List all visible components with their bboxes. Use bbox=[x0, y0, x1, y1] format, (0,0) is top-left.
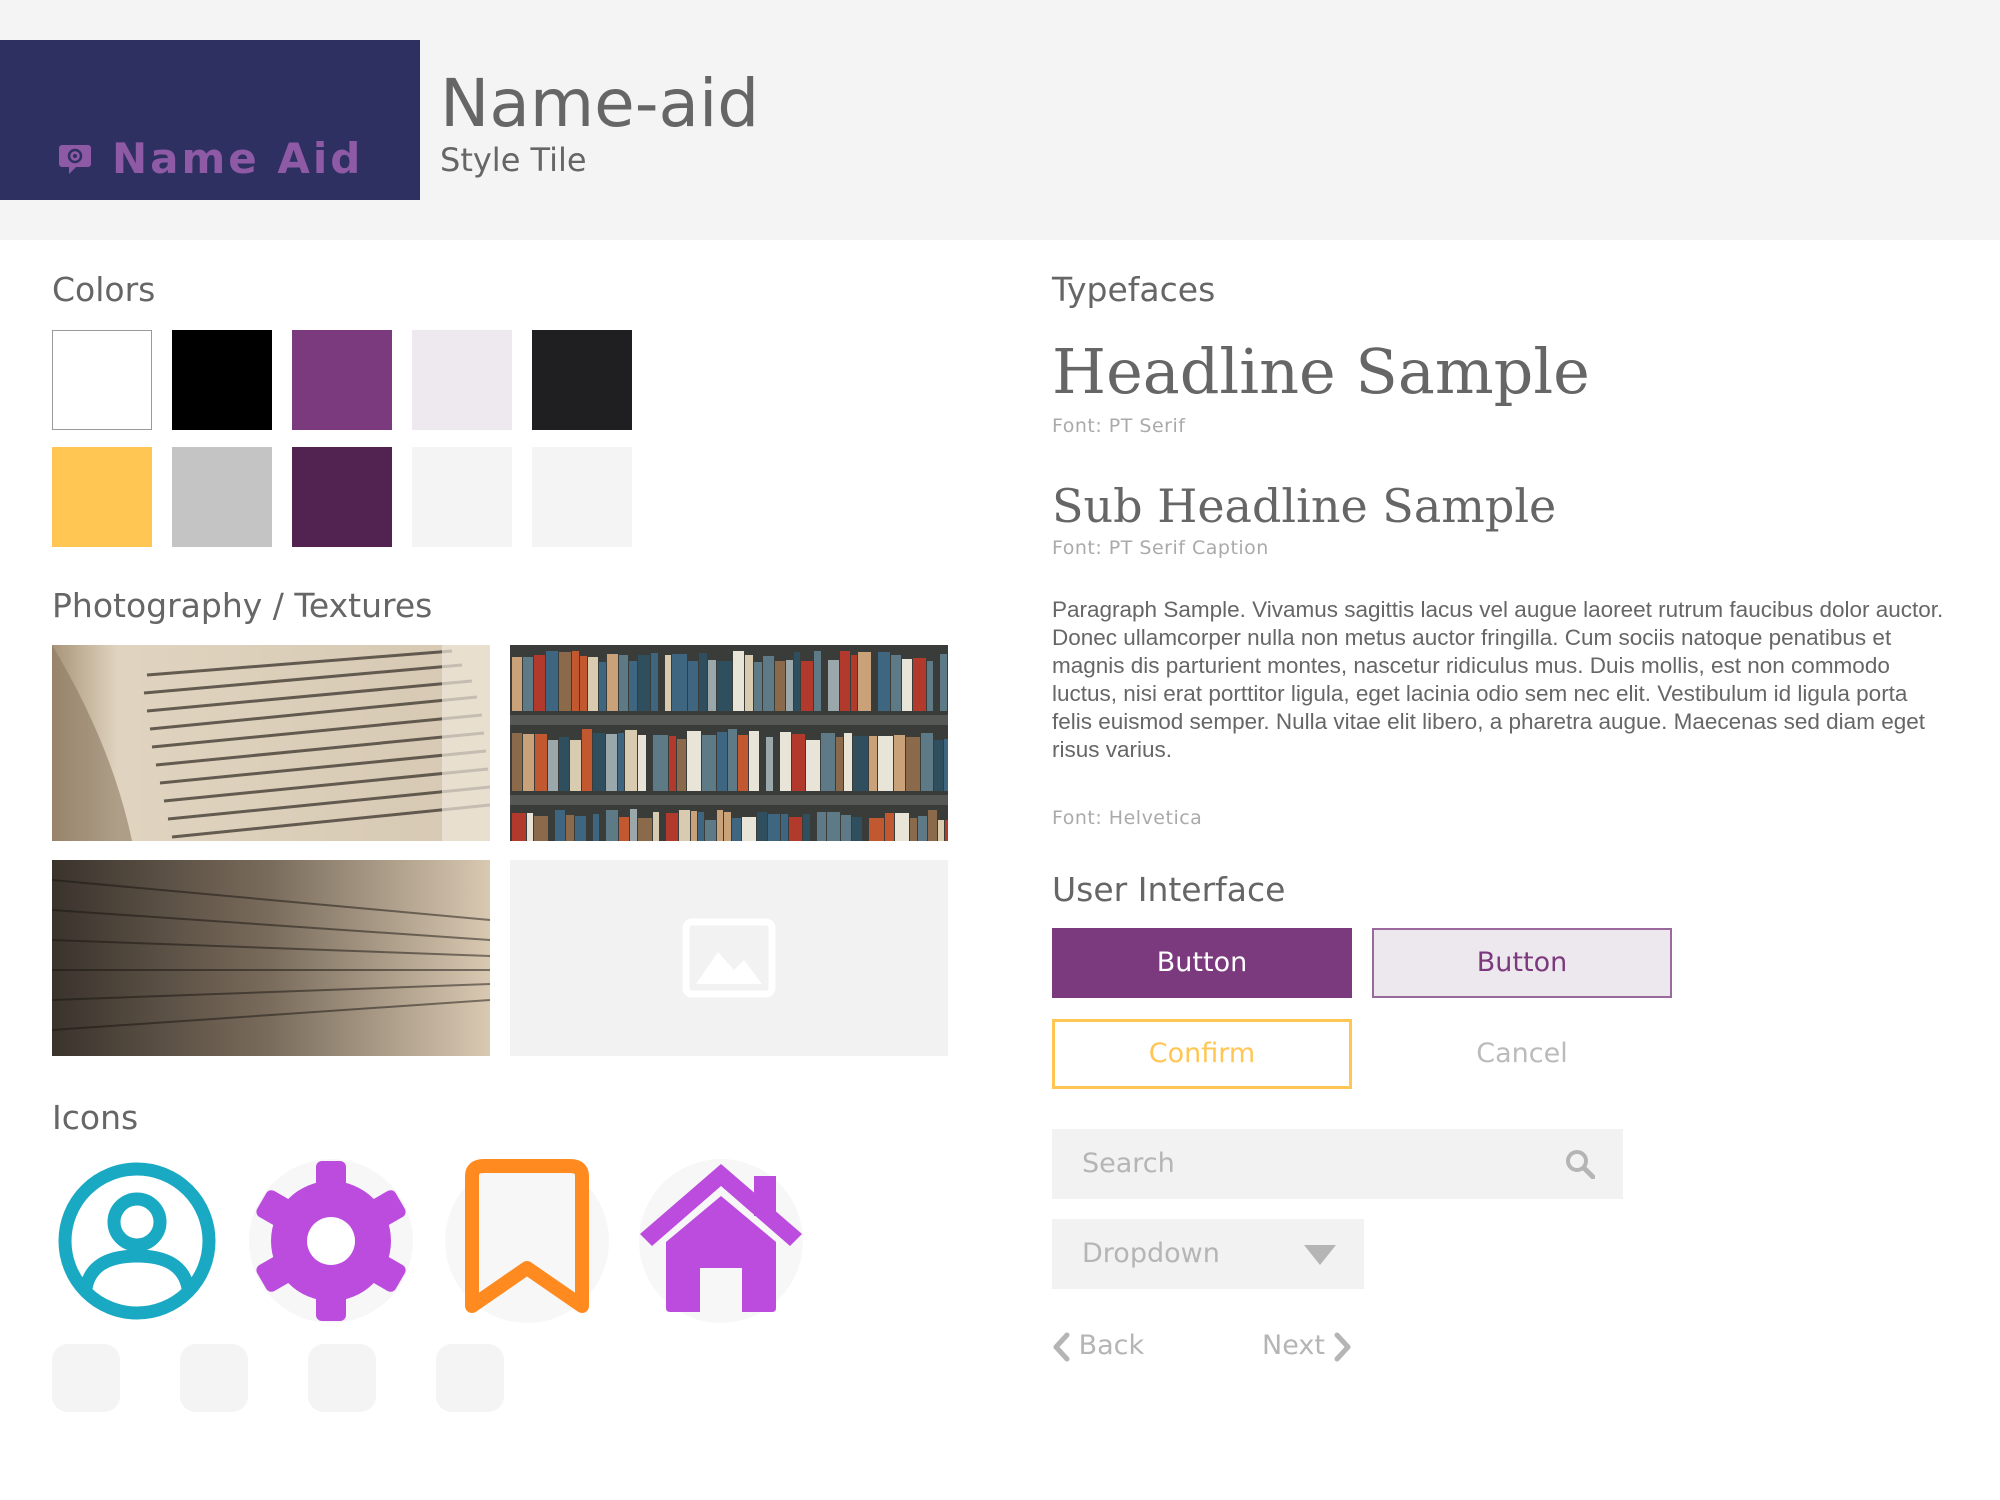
page-title: Name-aid bbox=[440, 65, 760, 142]
color-swatch bbox=[52, 447, 152, 547]
color-swatch bbox=[172, 447, 272, 547]
color-swatch bbox=[412, 447, 512, 547]
dropdown-select[interactable]: Dropdown bbox=[1052, 1219, 1364, 1289]
header: Name Aid Name-aid Style Tile bbox=[0, 0, 2000, 240]
dropdown-label: Dropdown bbox=[1082, 1238, 1220, 1269]
color-swatch bbox=[172, 330, 272, 430]
logo[interactable]: Name Aid bbox=[0, 40, 420, 200]
color-swatch bbox=[412, 330, 512, 430]
search-placeholder: Search bbox=[1082, 1148, 1175, 1179]
headline-font-note: Font: PT Serif bbox=[1052, 415, 1186, 437]
back-label: Back bbox=[1078, 1330, 1145, 1361]
search-icon[interactable] bbox=[1565, 1149, 1595, 1179]
paragraph-font-note: Font: Helvetica bbox=[1052, 807, 1203, 829]
typefaces-section-title: Typefaces bbox=[1052, 270, 1216, 309]
icon-placeholder bbox=[308, 1344, 376, 1412]
color-swatch bbox=[292, 447, 392, 547]
image-placeholder-icon bbox=[682, 918, 776, 998]
photo-dictionary bbox=[52, 645, 490, 841]
color-swatch bbox=[532, 330, 632, 430]
bookmark-icon bbox=[442, 1156, 612, 1326]
speech-bubble-logo-icon bbox=[59, 145, 91, 174]
logo-text: Name Aid bbox=[112, 134, 364, 183]
search-input[interactable]: Search bbox=[1052, 1129, 1623, 1199]
subheadline-font-note: Font: PT Serif Caption bbox=[1052, 537, 1269, 559]
color-swatch bbox=[292, 330, 392, 430]
confirm-button[interactable]: Confirm bbox=[1052, 1019, 1352, 1089]
icon-placeholder bbox=[180, 1344, 248, 1412]
back-link[interactable]: Back bbox=[1052, 1326, 1144, 1366]
image-placeholder bbox=[510, 860, 948, 1056]
caret-down-icon bbox=[1304, 1245, 1336, 1265]
cancel-button[interactable]: Cancel bbox=[1372, 1019, 1672, 1089]
color-swatch bbox=[532, 447, 632, 547]
colors-section-title: Colors bbox=[52, 270, 156, 309]
icons-section-title: Icons bbox=[52, 1098, 139, 1137]
gear-icon bbox=[246, 1156, 416, 1326]
page-subtitle: Style Tile bbox=[440, 141, 587, 179]
user-circle-icon bbox=[52, 1156, 222, 1326]
home-icon bbox=[636, 1156, 806, 1326]
next-label: Next bbox=[1262, 1330, 1325, 1361]
primary-button[interactable]: Button bbox=[1052, 928, 1352, 998]
next-link[interactable]: Next bbox=[1262, 1326, 1352, 1366]
icon-placeholder bbox=[436, 1344, 504, 1412]
subheadline-sample: Sub Headline Sample bbox=[1052, 479, 1557, 533]
photo-text-texture bbox=[52, 860, 490, 1056]
chevron-left-icon bbox=[1053, 1332, 1070, 1361]
chevron-right-icon bbox=[1334, 1332, 1350, 1361]
headline-sample: Headline Sample bbox=[1052, 335, 1590, 408]
paragraph-sample: Paragraph Sample. Vivamus sagittis lacus… bbox=[1052, 597, 1944, 762]
icon-placeholder bbox=[52, 1344, 120, 1412]
color-swatch bbox=[52, 330, 152, 430]
secondary-button[interactable]: Button bbox=[1372, 928, 1672, 998]
ui-section-title: User Interface bbox=[1052, 870, 1286, 909]
photography-section-title: Photography / Textures bbox=[52, 586, 433, 625]
photo-bookshelf bbox=[510, 645, 948, 841]
